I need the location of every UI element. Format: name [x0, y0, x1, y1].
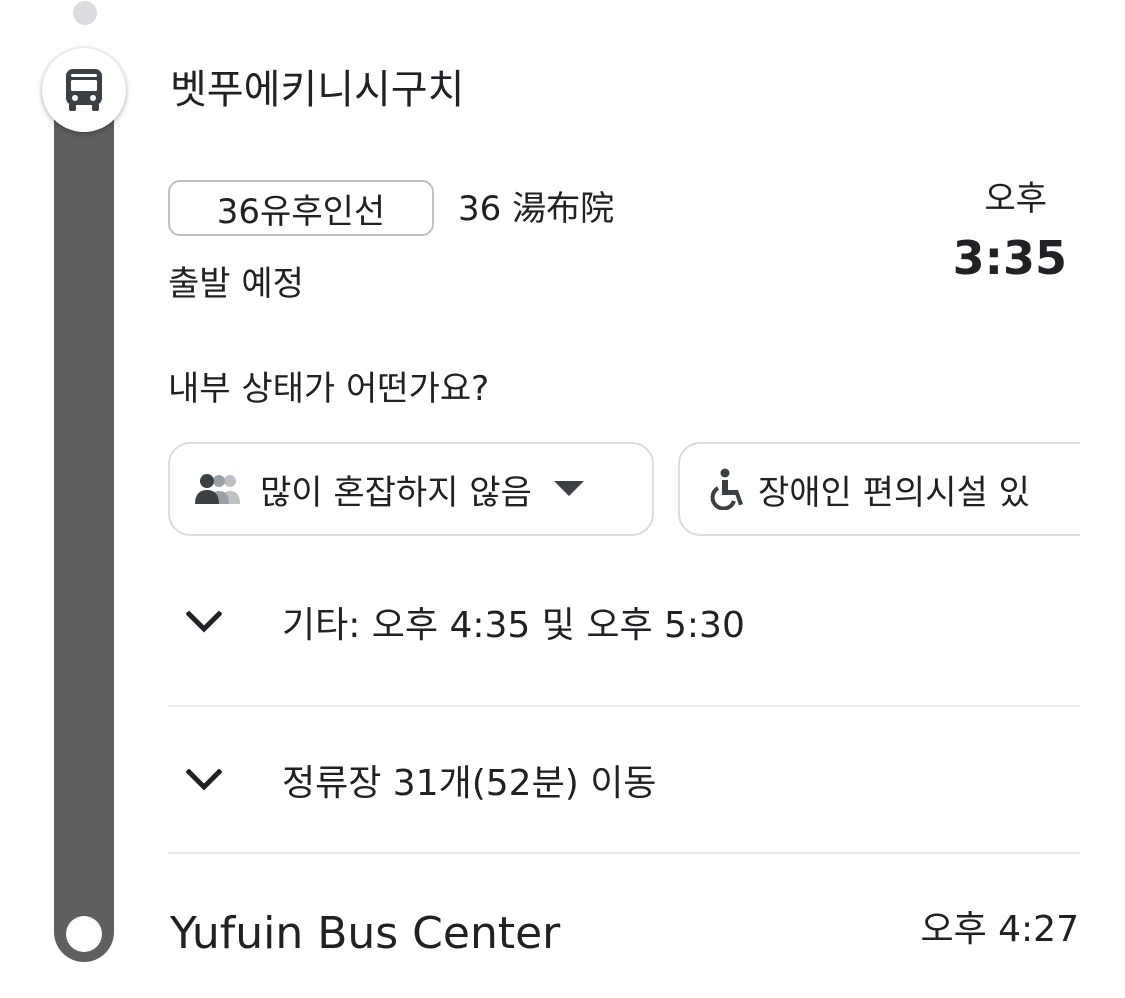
accessibility-chip[interactable]: 장애인 편의시설 있 — [678, 442, 1080, 536]
divider — [168, 705, 1080, 707]
route-badge[interactable]: 36유후인선 — [168, 180, 434, 236]
other-times-expander[interactable]: 기타: 오후 4:35 및 오후 5:30 — [168, 582, 1080, 662]
route-badge-label: 36유후인선 — [216, 191, 386, 232]
other-times-label: 기타: 오후 4:35 및 오후 5:30 — [282, 605, 745, 646]
divider — [168, 852, 1080, 854]
crowding-chips-row[interactable]: 많이 혼잡하지 않음 장애인 편의시설 있 — [168, 440, 1080, 540]
chevron-down-icon — [168, 611, 256, 633]
destination-arrival-time: 오후 4:27 — [920, 909, 1079, 950]
destination-stop-marker — [66, 916, 102, 952]
route-destination: 36 湯布院 — [458, 189, 615, 229]
departure-status: 출발 예정 — [168, 264, 304, 304]
people-icon — [192, 471, 248, 507]
dropdown-arrow-icon — [553, 481, 584, 497]
stops-summary-expander[interactable]: 정류장 31개(52분) 이동 — [168, 740, 1080, 820]
crowding-question: 내부 상태가 어떤가요? — [168, 369, 490, 409]
departure-time: 3:35 — [952, 231, 1067, 285]
bus-icon — [66, 69, 102, 111]
timeline-rail — [54, 86, 114, 962]
accessibility-chip-label: 장애인 편의시설 있 — [758, 472, 1030, 513]
crowding-chip-label: 많이 혼잡하지 않음 — [260, 472, 532, 513]
previous-segment-dot — [73, 1, 97, 25]
departure-ampm: 오후 — [984, 179, 1047, 219]
destination-stop-name[interactable]: Yufuin Bus Center — [170, 904, 560, 964]
crowding-chip[interactable]: 많이 혼잡하지 않음 — [168, 442, 654, 536]
chevron-down-icon — [168, 769, 256, 791]
stop-name: 벳푸에키니시구치 — [170, 67, 465, 113]
bus-badge — [42, 48, 126, 132]
stops-summary-label: 정류장 31개(52분) 이동 — [282, 763, 657, 804]
wheelchair-icon — [710, 468, 746, 510]
